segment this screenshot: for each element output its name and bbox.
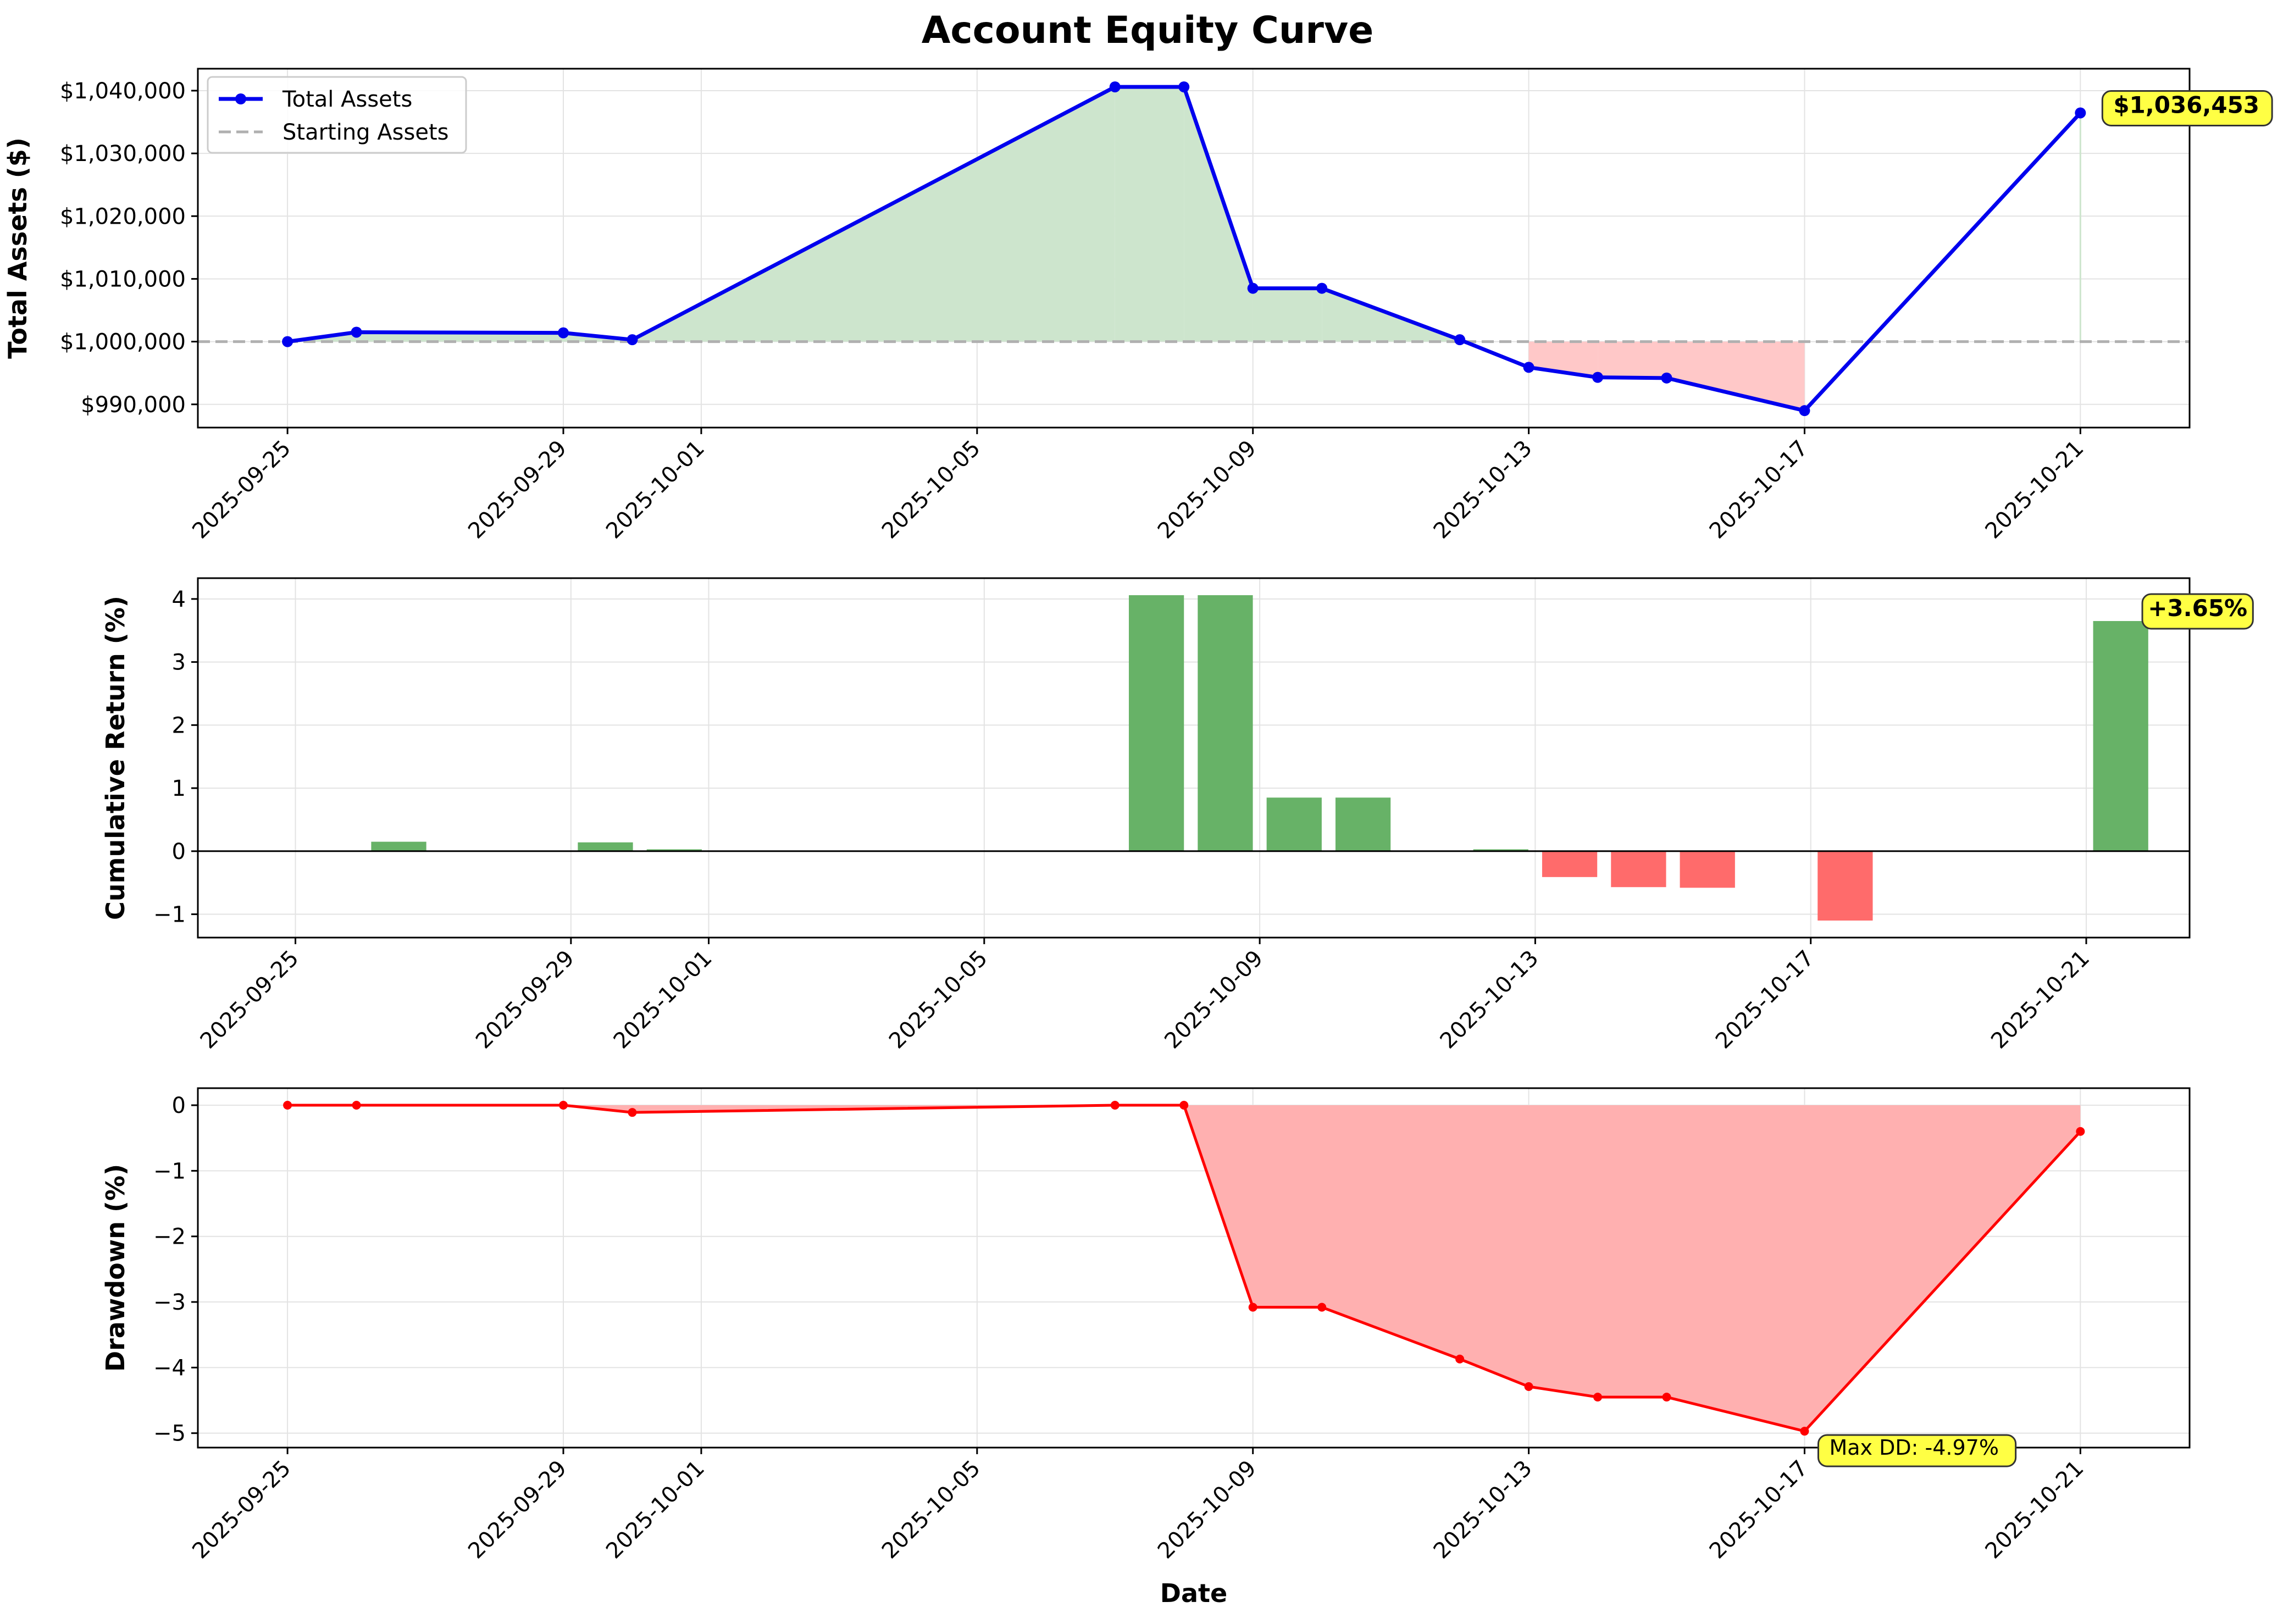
total-assets-point <box>557 327 569 339</box>
y-tick-label: 4 <box>172 587 186 612</box>
annotation-badge: Max DD: -4.97% <box>1817 1434 2017 1467</box>
legend-label-starting-assets: Starting Assets <box>282 120 448 145</box>
return-bar-negative <box>1611 851 1666 888</box>
y-tick-label: 1 <box>172 776 186 801</box>
total-assets-point <box>1454 334 1466 346</box>
total-assets-point <box>627 334 638 346</box>
equity-figure: Account Equity Curve 2025-09-25 2025-09-2… <box>0 0 2283 1624</box>
y-axis-label: Cumulative Return (%) <box>101 596 130 920</box>
return-bar-positive <box>1266 797 1322 851</box>
total-assets-point <box>1109 81 1121 93</box>
drawdown-point <box>1800 1427 1809 1436</box>
drawdown-point <box>2076 1127 2085 1136</box>
total-assets-point <box>1799 405 1810 417</box>
annotation-text: Max DD: -4.97% <box>1829 1435 1998 1460</box>
y-tick-label: −2 <box>153 1224 186 1250</box>
drawdown-point <box>1248 1302 1257 1312</box>
legend-marker-total-assets <box>235 93 246 104</box>
return-bar-positive <box>371 841 426 851</box>
y-tick-label: 0 <box>172 839 186 864</box>
drawdown-point <box>1524 1382 1533 1392</box>
y-tick-label: $1,000,000 <box>60 330 186 355</box>
total-assets-point <box>2075 107 2086 119</box>
y-tick-label: 2 <box>172 713 186 738</box>
y-tick-label: −3 <box>153 1290 186 1315</box>
annotation-text: $1,036,453 <box>2113 91 2259 118</box>
total-assets-point <box>1316 282 1328 294</box>
annotation-badge: $1,036,453 <box>2101 90 2273 127</box>
return-bar-positive <box>578 842 633 851</box>
return-bar-negative <box>1817 851 1873 921</box>
return-bar-positive <box>1128 595 1184 851</box>
drawdown-point <box>1455 1354 1465 1364</box>
return-bar-positive <box>1198 595 1253 851</box>
y-tick-label: −1 <box>153 1159 186 1184</box>
legend: Total Assets Starting Assets <box>207 76 467 154</box>
drawdown-point <box>628 1108 637 1117</box>
drawdown-point <box>1662 1393 1671 1402</box>
y-axis-label: Drawdown (%) <box>101 1164 130 1372</box>
drawdown-point <box>352 1101 361 1110</box>
legend-label-total-assets: Total Assets <box>282 87 412 112</box>
y-tick-label: −1 <box>153 902 186 928</box>
drawdown-point <box>283 1101 292 1110</box>
y-tick-label: −5 <box>153 1421 186 1446</box>
return-bar-negative <box>1542 851 1598 877</box>
total-assets-point <box>351 326 362 338</box>
annotation-badge: +3.65% <box>2141 593 2254 630</box>
annotation-text: +3.65% <box>2148 595 2247 622</box>
return-bar-positive <box>2093 621 2148 851</box>
return-bar-negative <box>1680 851 1735 888</box>
total-assets-point <box>1523 362 1534 373</box>
gain-fill-area <box>1115 87 1184 342</box>
total-assets-point <box>282 336 293 347</box>
return-bar-positive <box>1335 797 1391 851</box>
y-axis-label: Total Assets ($) <box>3 137 32 359</box>
y-tick-label: $1,010,000 <box>60 267 186 292</box>
y-tick-label: $990,000 <box>81 392 186 418</box>
y-tick-label: 3 <box>172 650 186 675</box>
y-tick-label: $1,020,000 <box>60 204 186 229</box>
total-assets-point <box>1592 372 1604 383</box>
drawdown-point <box>1110 1101 1120 1110</box>
drawdown-point <box>558 1101 568 1110</box>
y-tick-label: $1,030,000 <box>60 141 186 167</box>
y-tick-label: −4 <box>153 1355 186 1381</box>
drawdown-point <box>1593 1393 1603 1402</box>
chart-title: Account Equity Curve <box>922 9 1374 52</box>
total-assets-point <box>1178 81 1190 93</box>
loss-fill-area <box>1598 341 1667 378</box>
y-tick-label: 0 <box>172 1093 186 1118</box>
total-assets-point <box>1247 282 1259 294</box>
drawdown-point <box>1317 1302 1327 1312</box>
gain-fill-area <box>1253 288 1322 342</box>
total-assets-point <box>1661 372 1672 384</box>
drawdown-point <box>1179 1101 1189 1110</box>
y-tick-label: $1,040,000 <box>60 79 186 104</box>
x-axis-label: Date <box>1160 1578 1227 1608</box>
